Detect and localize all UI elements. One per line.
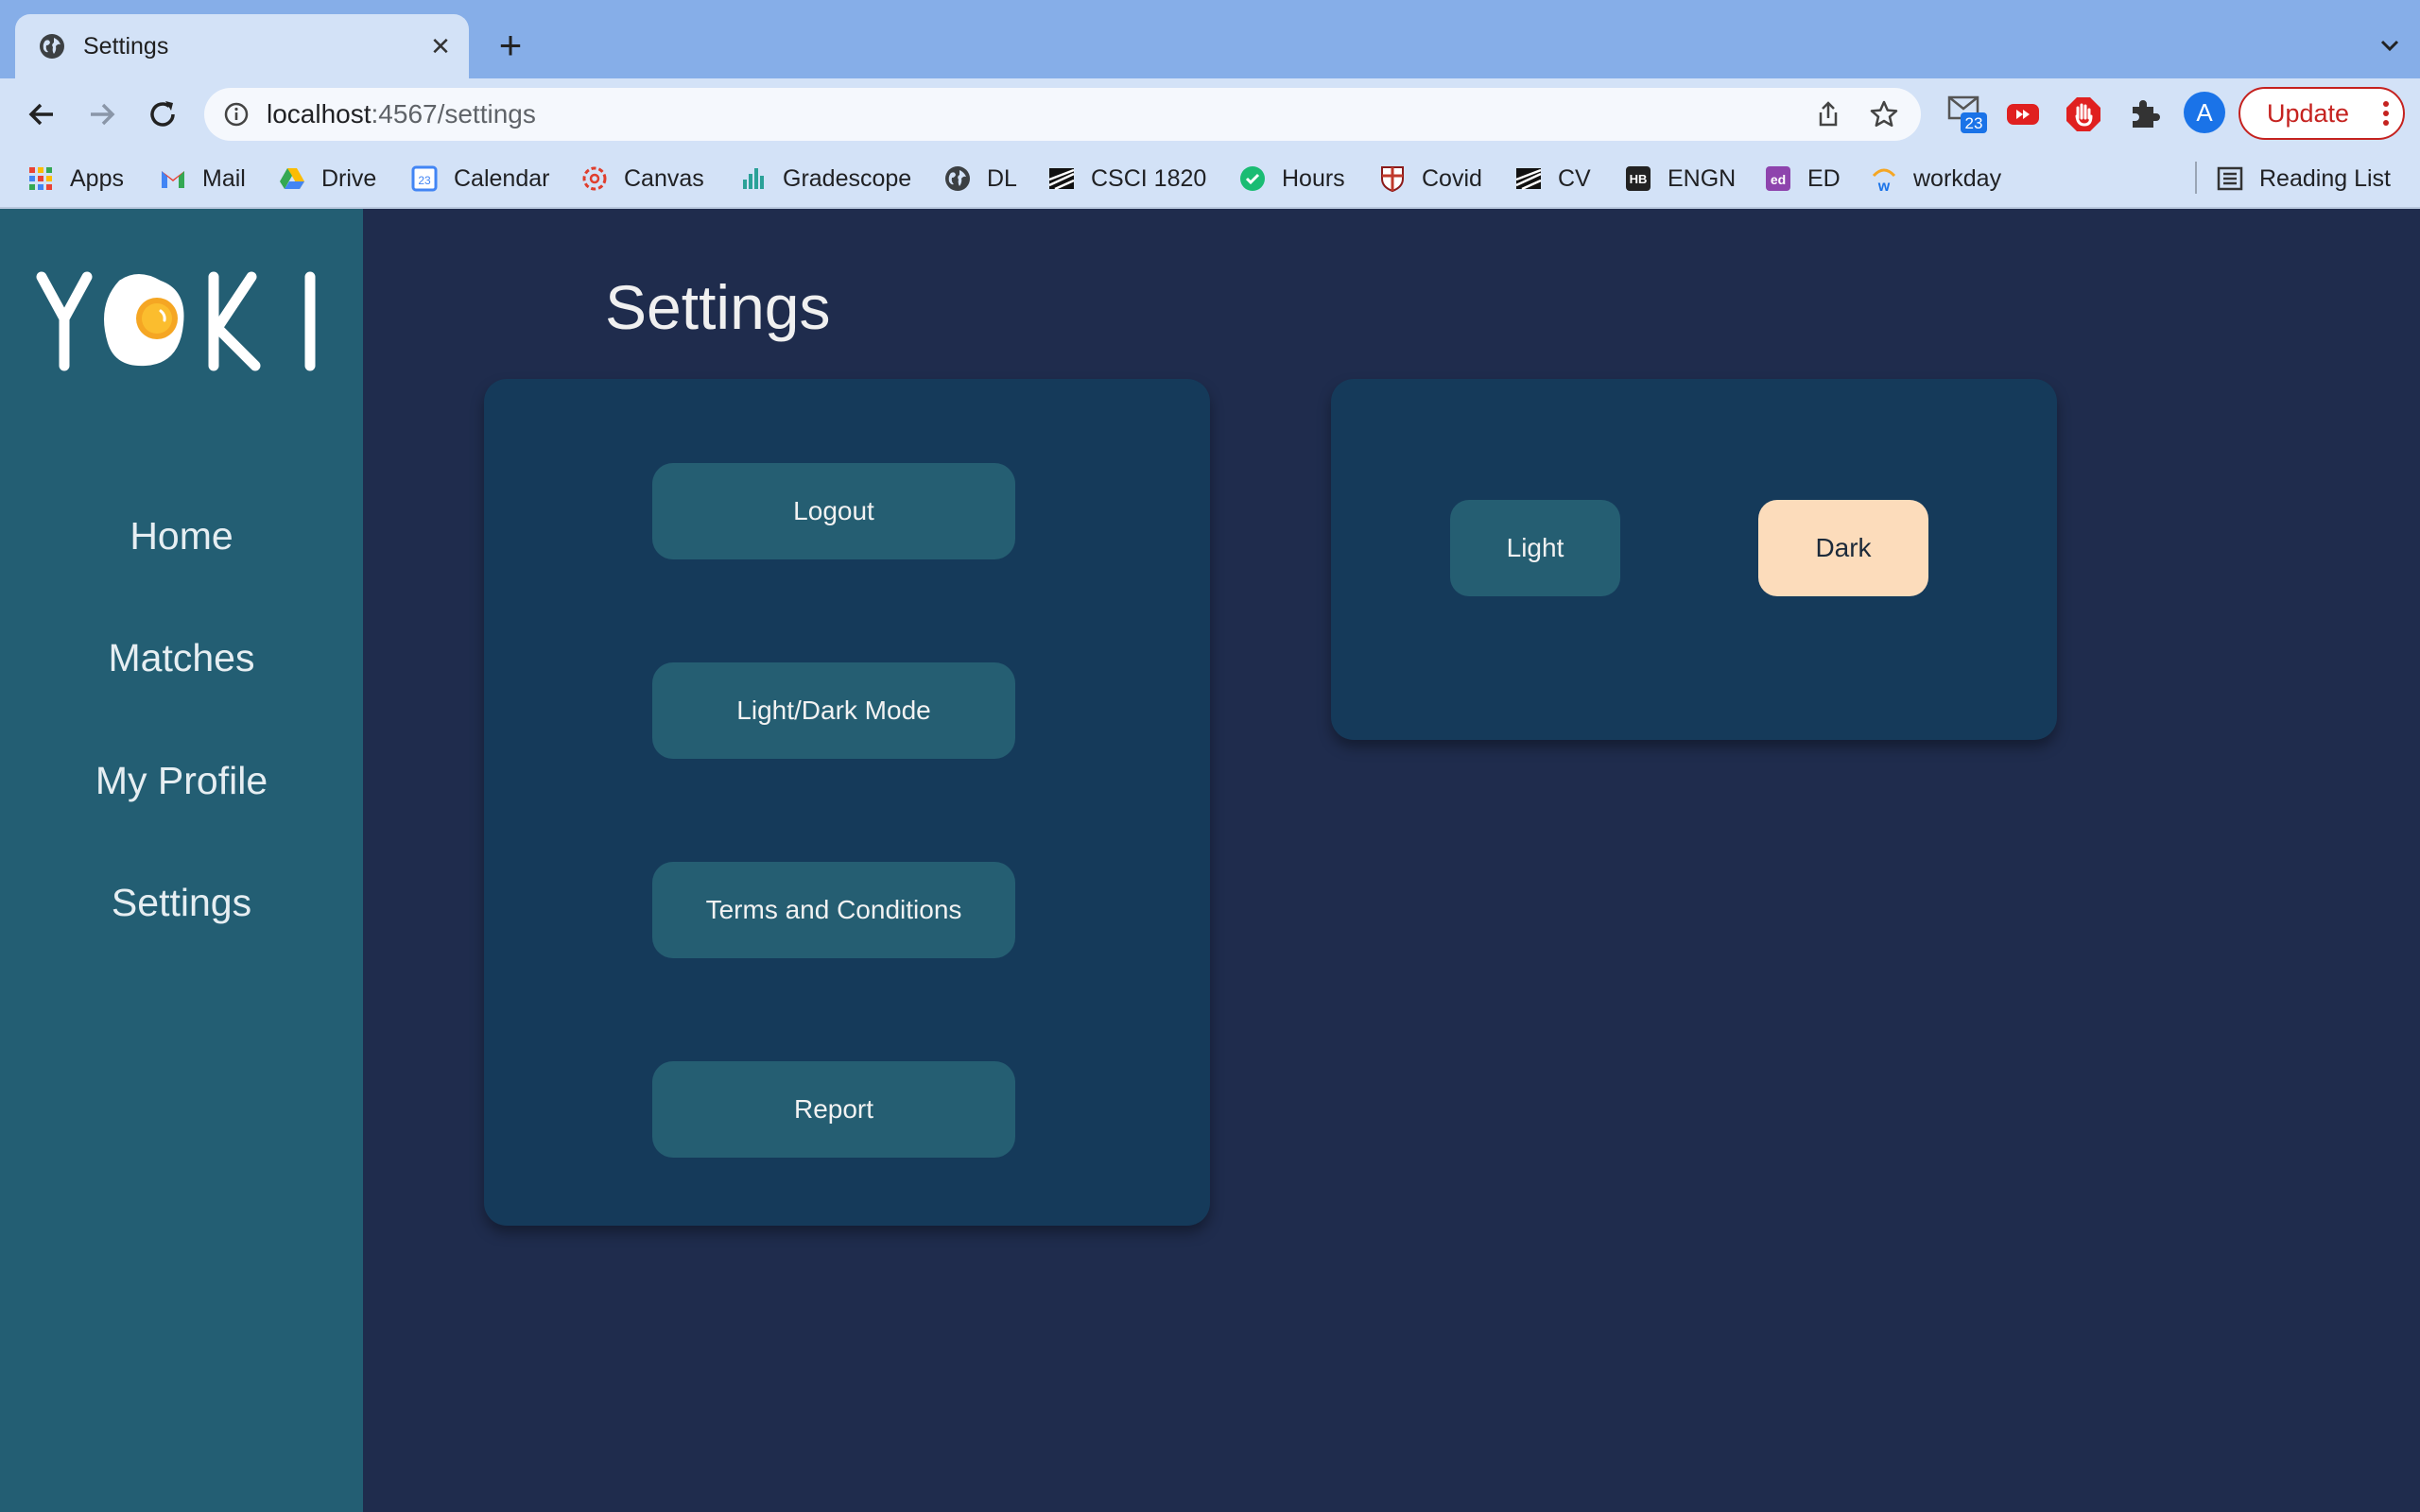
globe-icon	[40, 34, 64, 59]
apps-grid-icon	[29, 167, 52, 190]
update-button[interactable]: Update	[2238, 87, 2405, 140]
back-icon[interactable]	[21, 94, 62, 135]
bookmark-csci-1820[interactable]: CSCI 1820	[1047, 160, 1206, 198]
extensions-puzzle-icon[interactable]	[2125, 95, 2163, 133]
bookmark-dl[interactable]: DL	[943, 160, 1017, 198]
main-content: Settings Logout Light/Dark Mode Terms an…	[363, 209, 2420, 1512]
page-title: Settings	[605, 272, 831, 342]
light-dark-mode-button[interactable]: Light/Dark Mode	[652, 662, 1015, 759]
canvas-icon	[582, 166, 607, 191]
stripes-icon	[1515, 168, 1542, 191]
forward-icon[interactable]	[81, 94, 123, 135]
bookmarks-bar: Apps Mail Drive 23 Calendar Canvas Grade…	[0, 148, 2420, 209]
workday-icon: w	[1872, 168, 1896, 193]
yoki-logo[interactable]	[36, 266, 323, 379]
bookmark-drive[interactable]: Drive	[278, 160, 376, 198]
hb-icon: HB	[1626, 166, 1651, 191]
bookmarks-divider	[2195, 162, 2197, 194]
bookmark-canvas[interactable]: Canvas	[580, 160, 704, 198]
reload-icon[interactable]	[142, 94, 183, 135]
tab-title: Settings	[83, 33, 169, 60]
bookmark-apps[interactable]: Apps	[26, 160, 124, 198]
svg-text:23: 23	[418, 174, 431, 187]
mail-badge: 23	[1965, 114, 1983, 132]
reading-list-icon	[2217, 166, 2243, 191]
more-vert-icon	[2383, 101, 2389, 126]
light-theme-button[interactable]: Light	[1450, 500, 1620, 596]
svg-text:ed: ed	[1771, 172, 1786, 187]
bookmark-engn[interactable]: HB ENGN	[1624, 160, 1736, 198]
settings-menu-card: Logout Light/Dark Mode Terms and Conditi…	[484, 379, 1210, 1226]
report-button[interactable]: Report	[652, 1061, 1015, 1158]
tab-strip: Settings ✕ +	[0, 0, 2420, 78]
bookmark-mail[interactable]: Mail	[159, 160, 246, 198]
logout-button[interactable]: Logout	[652, 463, 1015, 559]
share-icon[interactable]	[1813, 99, 1843, 129]
bookmark-calendar[interactable]: 23 Calendar	[410, 160, 549, 198]
profile-avatar[interactable]: A	[2184, 92, 2225, 133]
new-tab-icon[interactable]: +	[490, 25, 531, 66]
globe-icon	[945, 166, 970, 191]
hours-icon	[1240, 166, 1265, 191]
bookmark-covid[interactable]: Covid	[1378, 160, 1482, 198]
calendar-icon: 23	[411, 165, 438, 192]
shield-crest-icon	[1381, 166, 1404, 193]
address-bar[interactable]: localhost:4567/settings	[204, 88, 1921, 141]
bookmark-workday[interactable]: w workday	[1870, 160, 2001, 198]
bookmark-ed[interactable]: ed ED	[1764, 160, 1841, 198]
adblock-extension-icon[interactable]	[2065, 95, 2102, 133]
bookmark-cv[interactable]: CV	[1514, 160, 1591, 198]
ed-icon: ed	[1766, 166, 1790, 191]
dark-theme-button[interactable]: Dark	[1758, 500, 1928, 596]
url-text[interactable]: localhost:4567/settings	[267, 99, 536, 129]
terms-and-conditions-button[interactable]: Terms and Conditions	[652, 862, 1015, 958]
star-icon[interactable]	[1868, 98, 1900, 130]
browser-tab[interactable]: Settings ✕	[15, 14, 469, 78]
reading-list[interactable]: Reading List	[2216, 160, 2391, 198]
bookmark-gradescope[interactable]: Gradescope	[739, 160, 911, 198]
gmail-icon	[162, 171, 184, 188]
bookmark-hours[interactable]: Hours	[1238, 160, 1345, 198]
info-icon[interactable]	[223, 101, 250, 128]
nav-matches[interactable]: Matches	[0, 634, 363, 681]
browser-toolbar: localhost:4567/settings 23 A Update	[0, 78, 2420, 148]
chevron-down-icon[interactable]	[2373, 28, 2407, 62]
nav-my-profile[interactable]: My Profile	[0, 757, 363, 804]
drive-icon	[280, 168, 304, 189]
stripes-icon	[1048, 168, 1075, 191]
svg-text:w: w	[1877, 179, 1891, 193]
close-icon[interactable]: ✕	[424, 29, 458, 63]
sidebar: Home Matches My Profile Settings	[0, 209, 363, 1512]
youtube-extension-icon[interactable]	[2004, 95, 2042, 133]
nav-settings[interactable]: Settings	[0, 879, 363, 926]
svg-text:HB: HB	[1630, 172, 1648, 186]
nav-home[interactable]: Home	[0, 512, 363, 559]
mail-extension-icon[interactable]: 23	[1947, 92, 1991, 135]
gradescope-icon	[743, 168, 764, 189]
theme-card: Light Dark	[1331, 379, 2057, 740]
